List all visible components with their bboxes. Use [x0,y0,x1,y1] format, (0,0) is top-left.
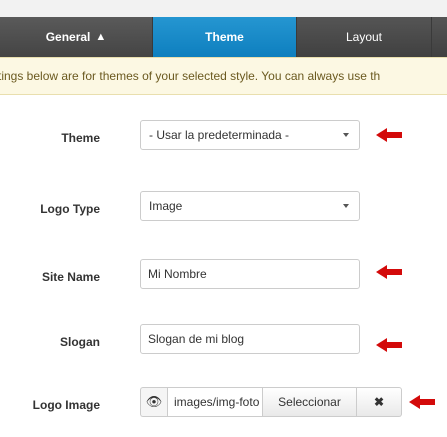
logo-type-select-value: Image [149,199,183,213]
slogan-row: Slogan Slogan de mi blog [0,324,447,364]
arrow-left-icon [376,128,402,142]
logo-image-row: Logo Image 👁 images/img-foto Seleccionar… [0,387,447,427]
tab-layout[interactable]: Layout [297,17,432,57]
theme-row: Theme - Usar la predeterminada - [0,120,447,160]
tab-layout-label: Layout [345,30,383,44]
arrow-left-icon [376,338,402,352]
site-name-label: Site Name [41,270,100,284]
logo-type-label: Logo Type [40,202,100,216]
slogan-label: Slogan [59,335,100,349]
select-image-button[interactable]: Seleccionar [263,387,357,417]
chevron-down-icon [343,204,349,208]
tab-bar: General ▲ Theme Layout [0,0,447,57]
notice-text: tings below are for themes of your selec… [0,69,381,83]
slogan-input[interactable]: Slogan de mi blog [140,324,360,354]
logo-type-row: Logo Type Image [0,191,447,231]
info-notice: tings below are for themes of your selec… [0,57,447,95]
logo-type-select[interactable]: Image [140,191,360,221]
theme-select-value: - Usar la predeterminada - [149,128,290,142]
eye-icon[interactable]: 👁 [140,387,167,417]
slogan-value: Slogan de mi blog [148,332,245,346]
site-name-value: Mi Nombre [148,267,207,281]
site-name-input[interactable]: Mi Nombre [140,259,360,289]
logo-image-path-input[interactable]: images/img-foto [167,387,263,417]
tab-overflow[interactable] [432,17,447,57]
logo-image-media-field: 👁 images/img-foto Seleccionar ✖ [140,387,402,417]
arrow-left-icon [376,265,402,279]
tabs: General ▲ Theme Layout [0,17,447,57]
tab-general-label: General [45,30,91,44]
tab-theme-label: Theme [205,30,244,44]
tab-theme[interactable]: Theme [153,17,297,57]
site-name-row: Site Name Mi Nombre [0,259,447,299]
theme-label: Theme [61,131,100,145]
chevron-down-icon [343,133,349,137]
warning-icon: ▲ [95,31,107,43]
arrow-left-icon [409,395,435,409]
tab-general[interactable]: General ▲ [0,17,153,57]
theme-select[interactable]: - Usar la predeterminada - [140,120,360,150]
logo-image-path: images/img-foto [174,395,260,409]
clear-icon[interactable]: ✖ [357,387,402,417]
logo-image-label: Logo Image [32,398,100,412]
